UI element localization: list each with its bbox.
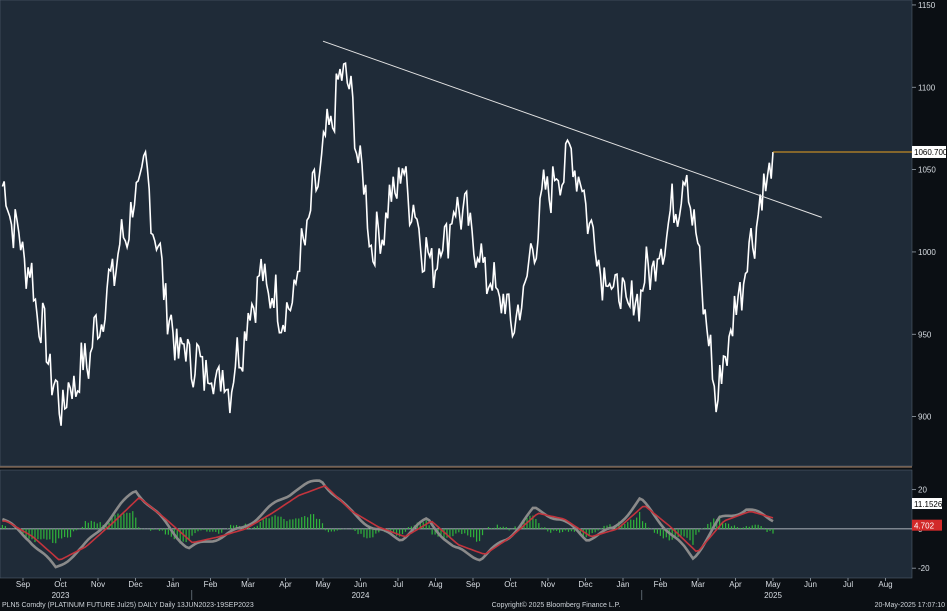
x-tick-label: Jun — [804, 580, 817, 589]
x-tick-label: Sep — [466, 580, 481, 589]
oscillator-panel[interactable] — [0, 469, 913, 579]
chart-window: 1060.70001150110010501000950900200-2011.… — [0, 0, 947, 611]
y-tick-label: 900 — [918, 413, 932, 422]
footer-timestamp: 20-May-2025 17:07:10 — [875, 602, 946, 609]
footer-copyright: Copyright© 2025 Bloomberg Finance L.P. — [492, 601, 621, 609]
last-price-label: 1060.7000 — [914, 148, 947, 157]
x-tick-label: Mar — [241, 580, 255, 589]
x-tick-label: Jul — [843, 580, 853, 589]
y-tick-label: 1150 — [918, 1, 936, 10]
x-tick-label: May — [765, 580, 780, 589]
main-price-panel[interactable] — [0, 0, 913, 467]
x-tick-label: Feb — [654, 580, 668, 589]
osc-y-tick-label: 20 — [918, 486, 927, 495]
x-tick-label: Mar — [691, 580, 705, 589]
y-tick-label: 1000 — [918, 248, 936, 257]
x-tick-label: Nov — [91, 580, 105, 589]
x-tick-label: Apr — [279, 580, 292, 589]
oscillator-value-label: 11.1526 — [914, 500, 943, 509]
x-tick-label: Feb — [204, 580, 218, 589]
x-tick-label: Dec — [128, 580, 142, 589]
osc-y-tick-label: -20 — [918, 564, 930, 573]
x-year-label: 2025 — [764, 591, 782, 600]
x-tick-label: Nov — [541, 580, 555, 589]
oscillator-value-label: 4.702 — [914, 522, 935, 531]
x-tick-label: Jan — [167, 580, 180, 589]
x-tick-label: Jul — [393, 580, 403, 589]
x-tick-label: Aug — [878, 580, 892, 589]
x-tick-label: Oct — [504, 580, 517, 589]
y-tick-label: 1100 — [918, 83, 936, 92]
footer-ticker: PLN5 Comdty (PLATINUM FUTURE Jul25) DAIL… — [2, 602, 254, 609]
x-tick-label: May — [315, 580, 330, 589]
x-tick-label: Sep — [16, 580, 31, 589]
x-tick-label: Dec — [578, 580, 592, 589]
price-chart: 1060.70001150110010501000950900200-2011.… — [0, 0, 947, 611]
x-tick-label: Aug — [428, 580, 442, 589]
x-tick-label: Oct — [54, 580, 67, 589]
x-tick-label: Jun — [354, 580, 367, 589]
x-year-label: 2023 — [52, 591, 70, 600]
x-tick-label: Apr — [729, 580, 742, 589]
x-tick-label: Jan — [617, 580, 630, 589]
y-tick-label: 950 — [918, 330, 932, 339]
y-tick-label: 1050 — [918, 166, 936, 175]
x-year-label: 2024 — [352, 591, 370, 600]
